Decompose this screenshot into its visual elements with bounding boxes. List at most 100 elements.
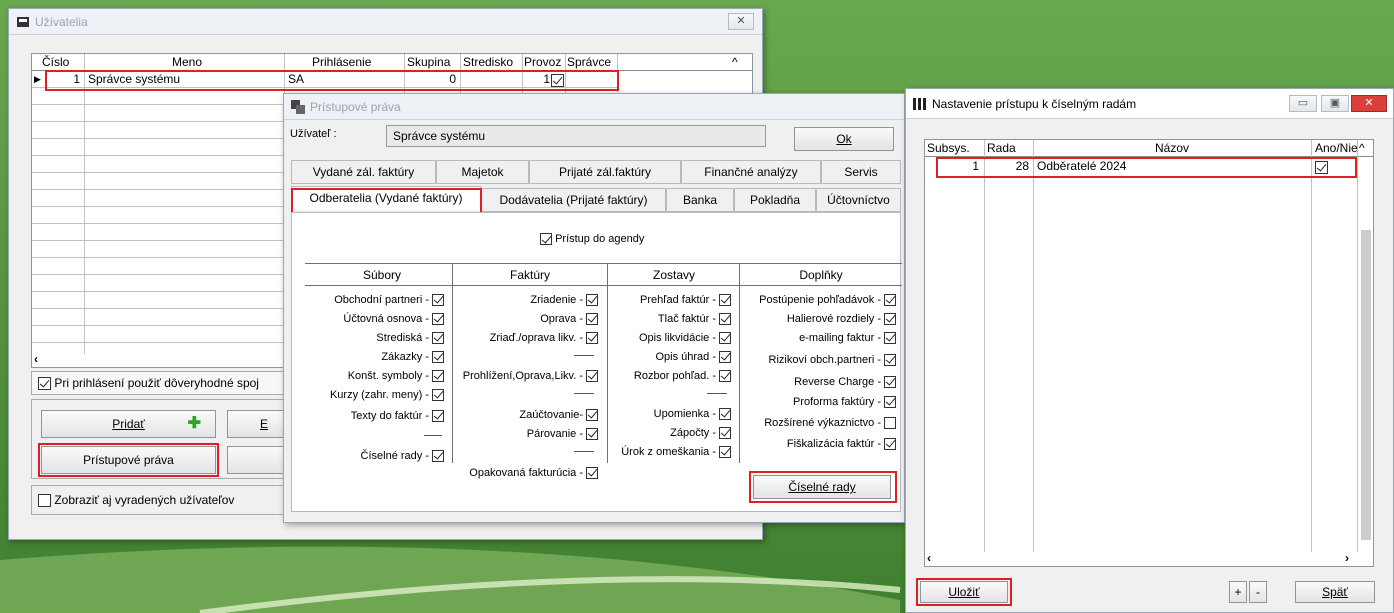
row-provoz[interactable]: 1 (524, 71, 550, 87)
add-user-button[interactable]: Pridať ✚ (41, 410, 216, 438)
perm-ciselne-rady[interactable]: Číselné rady - (292, 449, 444, 463)
scroll-left-icon[interactable]: ‹ (927, 550, 939, 566)
rights-window: Prístupové práva Užívateľ : Správce syst… (283, 93, 905, 523)
row-skupina[interactable]: 0 (408, 71, 456, 87)
back-button[interactable]: Späť (1295, 581, 1375, 603)
perm-konst-symboly[interactable]: Konšt. symboly - (292, 369, 444, 383)
perm-tlac-faktur[interactable]: Tlač faktúr - (607, 312, 731, 326)
tab-pokladna[interactable]: Pokladňa (734, 188, 816, 212)
col-stredisko[interactable]: Stredisko (463, 54, 523, 70)
perm-zriad-oprava-likv[interactable]: Zriaď./oprava likv. - (452, 331, 598, 345)
close-icon[interactable]: ✕ (1351, 95, 1387, 112)
row-rada[interactable]: 28 (985, 158, 1029, 174)
divider (574, 393, 594, 394)
perm-opis-uhrad[interactable]: Opis úhrad - (607, 350, 731, 364)
perm-proforma[interactable]: Proforma faktúry - (739, 395, 896, 409)
minimize-icon[interactable]: ▭ (1289, 95, 1317, 112)
show-retired-checkbox[interactable] (38, 494, 51, 508)
show-retired-row[interactable]: Zobraziť aj vyradených užívateľov (31, 485, 301, 515)
perm-obchodni-partneri[interactable]: Obchodní partneri - (292, 293, 444, 307)
perm-zriadenie[interactable]: Zriadenie - (452, 293, 598, 307)
user-value-field[interactable]: Správce systému (386, 125, 766, 147)
scroll-up-icon[interactable]: ^ (1359, 140, 1371, 156)
perm-label: Texty do faktúr - (350, 410, 429, 422)
group-doplnky-title: Doplňky (799, 268, 843, 282)
perm-label: Prohlížení,Oprava,Likv. - (462, 370, 583, 382)
perm-zauctovanie[interactable]: Zaúčtovanie- (452, 408, 598, 422)
col-provoz[interactable]: Provoz (524, 54, 569, 70)
close-icon[interactable]: ✕ (728, 13, 754, 30)
scroll-right-icon[interactable]: › (1345, 550, 1357, 566)
tab-servis[interactable]: Servis (821, 160, 901, 184)
perm-halierove-rozdiely[interactable]: Halierové rozdiely - (739, 312, 896, 326)
save-button[interactable]: Uložiť (920, 581, 1008, 603)
access-rights-button[interactable]: Prístupové práva (41, 446, 216, 474)
row-nazov[interactable]: Odběratelé 2024 (1037, 158, 1307, 174)
series-icon (913, 98, 926, 110)
perm-urok-z-omeskania[interactable]: Úrok z omeškania - (607, 445, 731, 459)
perm-reverse-charge[interactable]: Reverse Charge - (739, 375, 896, 389)
remove-row-button[interactable]: - (1249, 581, 1267, 603)
perm-oprava[interactable]: Oprava - (452, 312, 598, 326)
perm-kurzy[interactable]: Kurzy (zahr. meny) - (292, 388, 444, 402)
row-ano-checkbox[interactable] (1315, 159, 1331, 175)
tab-uctovnictvo[interactable]: Účtovníctvo (816, 188, 901, 212)
users-window-titlebar: Užívatelia ✕ (9, 9, 762, 35)
row-prihlasenie[interactable]: SA (288, 71, 388, 87)
series-grid[interactable]: Subsys. Rada Názov Ano/Nie ^ 1 28 Odběra… (924, 139, 1374, 567)
perm-fiskalizacia[interactable]: Fiškalizácia faktúr - (739, 437, 896, 451)
perm-strediska[interactable]: Strediská - (292, 331, 444, 345)
perm-label: Halierové rozdiely - (786, 313, 881, 325)
tab-prijate-zal[interactable]: Prijaté zál.faktúry (529, 160, 681, 184)
col-skupina[interactable]: Skupina (407, 54, 467, 70)
tab-majetok[interactable]: Majetok (436, 160, 529, 184)
tab-financne-analyzy[interactable]: Finančné analýzy (681, 160, 821, 184)
perm-prehlad-faktur[interactable]: Prehľad faktúr - (607, 293, 731, 307)
col-rada[interactable]: Rada (987, 140, 1032, 156)
col-subsys[interactable]: Subsys. (927, 140, 977, 156)
col-cislo[interactable]: Číslo (42, 54, 82, 70)
scrollbar-thumb[interactable] (1361, 230, 1371, 540)
perm-rozbor-pohlad[interactable]: Rozbor pohľad. - (607, 369, 731, 383)
tab-odberatelia[interactable]: Odberatelia (Vydané faktúry) (291, 186, 481, 210)
row-cislo[interactable]: 1 (46, 71, 80, 87)
perm-upomienka[interactable]: Upomienka - (607, 407, 731, 421)
maximize-icon[interactable]: ▣ (1321, 95, 1349, 112)
col-nazov[interactable]: Názov (1155, 140, 1215, 156)
add-row-button[interactable]: + (1229, 581, 1247, 603)
perm-texty-do-faktur[interactable]: Texty do faktúr - (292, 409, 444, 423)
perm-label: Účtovná osnova - (343, 313, 429, 325)
tab-vydane-zal[interactable]: Vydané zál. faktúry (291, 160, 436, 184)
number-series-button[interactable]: Číselné rady (753, 475, 891, 499)
perm-label: Rizikoví obch.partneri - (768, 354, 882, 366)
col-spravce[interactable]: Správce (567, 54, 617, 70)
row-spravce-checkbox[interactable] (551, 72, 567, 88)
tab-banka[interactable]: Banka (666, 188, 734, 212)
tab-dodavatelia[interactable]: Dodávatelia (Prijaté faktúry) (481, 188, 666, 212)
ok-button[interactable]: Ok (794, 127, 894, 151)
access-checkbox[interactable] (540, 233, 552, 246)
perm-opis-likvidacie[interactable]: Opis likvidácie - (607, 331, 731, 345)
perm-prohlizeni[interactable]: Prohlížení,Oprava,Likv. - (452, 369, 598, 383)
access-row[interactable]: Prístup do agendy (540, 233, 645, 246)
perm-rizikovi-partneri[interactable]: Rizikoví obch.partneri - (739, 353, 896, 367)
perm-label: Konšt. symboly - (347, 370, 429, 382)
perm-zakazky[interactable]: Zákazky - (292, 350, 444, 364)
trust-checkbox-row[interactable]: Pri prihlásení použiť dôveryhodné spoj (31, 371, 301, 395)
row-meno[interactable]: Správce systému (88, 71, 278, 87)
scroll-left-icon[interactable]: ‹ (34, 351, 46, 367)
perm-label: Upomienka - (653, 408, 716, 420)
trust-checkbox[interactable] (38, 377, 51, 391)
perm-zapocty[interactable]: Zápočty - (607, 426, 731, 440)
col-meno[interactable]: Meno (172, 54, 232, 70)
perm-parovanie[interactable]: Párovanie - (452, 427, 598, 441)
perm-postupenie[interactable]: Postúpenie pohľadávok - (739, 293, 896, 307)
perm-emailing[interactable]: e-mailing faktur - (739, 331, 896, 345)
perm-uctovna-osnova[interactable]: Účtovná osnova - (292, 312, 444, 326)
perm-rozsirene-vykaznictvo[interactable]: Rozšírené výkaznictvo - (739, 416, 896, 430)
perm-opakovana-fakturacia[interactable]: Opakovaná fakturúcia - (452, 466, 598, 480)
col-prihlasenie[interactable]: Prihlásenie (312, 54, 392, 70)
access-label: Prístup do agendy (555, 233, 645, 245)
scroll-up-icon[interactable]: ^ (732, 54, 746, 70)
row-subsys[interactable]: 1 (927, 158, 979, 174)
